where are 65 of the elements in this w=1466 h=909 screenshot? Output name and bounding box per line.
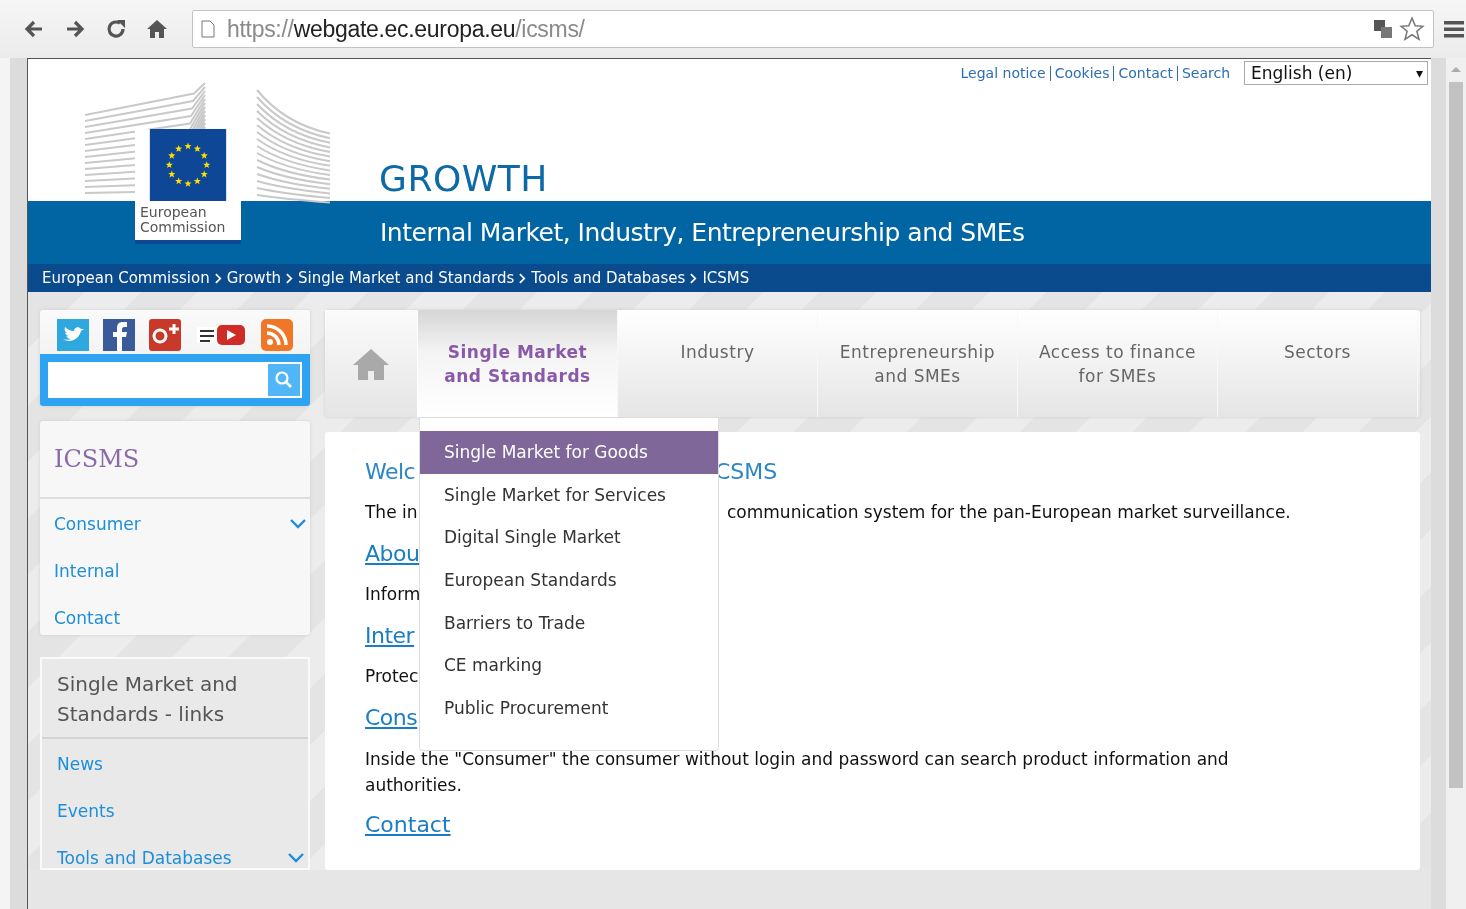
sidebar-link[interactable]: Internal [54, 560, 120, 581]
sidebar-link[interactable]: Consumer [54, 513, 141, 534]
dropdown-item[interactable]: Single Market for Services [420, 473, 718, 517]
top-link[interactable]: Contact [1118, 65, 1173, 81]
nav-tab[interactable]: Sectors [1218, 310, 1418, 417]
chevron-down-icon[interactable] [287, 851, 305, 864]
content-link[interactable]: Contact [365, 812, 451, 837]
content-link[interactable]: Abou [365, 540, 420, 566]
top-link[interactable]: Search [1181, 65, 1231, 81]
nav-tab[interactable]: Access to finance for SMEs [1018, 310, 1218, 417]
sidebar-link[interactable]: Contact [54, 607, 121, 628]
breadcrumb-link[interactable]: Tools and Databases [531, 269, 686, 287]
sidebar-link[interactable]: News [57, 753, 103, 774]
chevron-icon [690, 272, 698, 284]
breadcrumb-link[interactable]: Single Market and Standards [298, 269, 515, 287]
content-paragraph: Inside the "Consumer" the consumer without login and password can search product information and authorities. [365, 748, 1230, 797]
chevron-icon [214, 272, 222, 284]
home-icon [351, 346, 391, 381]
top-link[interactable]: Legal notice [960, 65, 1046, 81]
content-text: Inform [365, 584, 421, 604]
content-link[interactable]: Cons [365, 704, 418, 730]
sidebar-link[interactable]: Events [57, 800, 115, 821]
reload-icon[interactable] [104, 17, 128, 41]
content-link[interactable]: Inter [365, 622, 415, 648]
search-field[interactable] [48, 362, 302, 398]
rss-icon[interactable] [261, 319, 293, 351]
page-icon [201, 20, 215, 38]
bird-icon[interactable] [57, 319, 89, 351]
top-link[interactable]: Cookies [1054, 65, 1110, 81]
sidebar-title: ICSMS [40, 421, 310, 499]
breadcrumb-link[interactable]: European Commission [42, 269, 210, 287]
nav-tab[interactable]: Entrepreneurship and SMEs [818, 310, 1018, 417]
search-icon [274, 370, 294, 390]
search-button[interactable] [268, 364, 300, 396]
dropdown-item[interactable]: Single Market for Goods [420, 431, 718, 474]
home-icon[interactable] [145, 17, 169, 41]
f-icon[interactable] [103, 319, 135, 351]
dropdown-item[interactable]: Public Procurement [420, 686, 718, 730]
language-select[interactable]: English (en) ▾ [1244, 61, 1429, 85]
dropdown-item[interactable]: CE marking [420, 643, 718, 687]
dropdown-item[interactable]: Barriers to Trade [420, 601, 718, 644]
scrollbar-thumb[interactable] [1449, 82, 1463, 788]
menu-icon[interactable] [1444, 20, 1464, 38]
breadcrumb-link[interactable]: ICSMS [702, 269, 750, 287]
g-plus-icon[interactable] [149, 319, 181, 351]
content-text: The in [365, 502, 418, 522]
panel-title: Single Market and Standards - links [42, 659, 308, 739]
home-tab[interactable] [325, 310, 418, 417]
star-icon[interactable] [1399, 16, 1425, 42]
site-subtitle: Internal Market, Industry, Entrepreneurship and SMEs [380, 218, 1025, 247]
content-text: communication system for the pan-European market surveillance. [727, 502, 1291, 522]
content-heading: Welc [365, 458, 416, 484]
sidebar-link[interactable]: Tools and Databases [57, 847, 232, 868]
address-bar[interactable]: https://webgate.ec.europa.eu/icsms/ [192, 10, 1434, 48]
chevron-icon [519, 272, 527, 284]
dropdown-item[interactable]: European Standards [420, 558, 718, 602]
chevron-icon [286, 272, 294, 284]
dropdown-item[interactable]: Digital Single Market [420, 516, 718, 559]
content-text: Protec [365, 666, 419, 686]
nav-tab[interactable]: Single Market and Standards [418, 310, 618, 417]
logo[interactable]: European Commission [135, 129, 241, 244]
scrollbar[interactable] [1445, 58, 1466, 909]
chevron-down-icon[interactable] [289, 517, 307, 530]
breadcrumb-link[interactable]: Growth [226, 269, 282, 287]
site-title: GROWTH [379, 158, 548, 201]
